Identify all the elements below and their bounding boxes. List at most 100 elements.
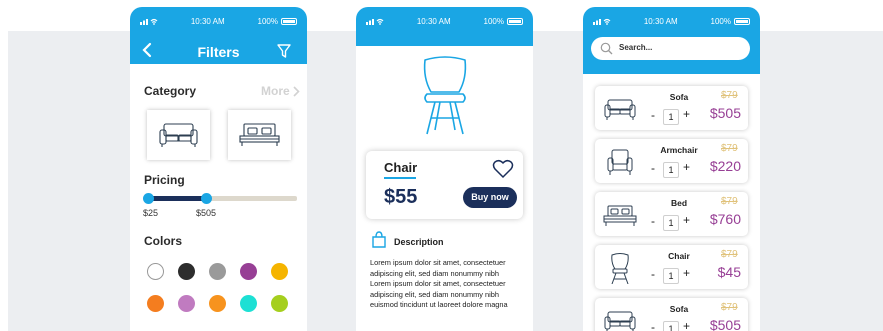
product-header: 10:30 AM 100% [356,7,533,46]
price-slider-range [148,196,207,201]
pricing-label: Pricing [144,173,185,187]
qty-minus-button[interactable]: - [651,161,655,175]
qty-plus-button[interactable]: + [683,213,690,227]
description-line: Lorem ipsum dolor sit amet, consectetuer [370,258,506,267]
color-swatch[interactable] [240,263,257,280]
chair-product-image [423,56,467,135]
armchair-icon [607,149,633,175]
color-swatch[interactable] [209,263,226,280]
item-price: $45 [717,264,741,280]
qty-minus-button[interactable]: - [651,320,655,331]
filters-screen: 10:30 AM 100% Filters Category More Pric… [130,7,307,331]
color-swatch[interactable] [178,263,195,280]
status-time: 10:30 AM [190,16,225,26]
bed-icon [603,205,637,226]
status-bar: 10:30 AM 100% [356,7,533,35]
category-label: Category [144,84,197,98]
item-old-price: $79 [721,249,738,260]
qty-value[interactable]: 1 [663,162,679,178]
buy-now-button[interactable]: Buy now [463,187,517,208]
item-price: $505 [709,105,741,121]
filter-icon[interactable] [277,43,291,59]
qty-minus-button[interactable]: - [651,267,655,281]
status-bar: 10:30 AM 100% [130,7,307,35]
description-line: adipiscing elit, sed diam nonummy nibh [370,268,499,278]
qty-plus-button[interactable]: + [683,266,690,280]
search-input[interactable]: Search... [591,37,750,60]
qty-plus-button[interactable]: + [683,107,690,121]
colors-label: Colors [144,234,183,248]
chair-icon [611,253,629,284]
item-name: Chair [668,251,690,261]
qty-minus-button[interactable]: - [651,108,655,122]
product-screen: 10:30 AM 100% Chair $55 Buy now Descript… [356,7,533,331]
item-old-price: $79 [721,143,738,154]
item-name: Armchair [660,145,698,155]
search-placeholder: Search... [619,43,653,52]
cart-item[interactable]: Chair -1 + $79 $45 [595,245,748,289]
color-swatch[interactable] [209,295,226,312]
signal-icon [366,18,384,25]
cart-header: 10:30 AM 100% Search... [583,7,760,74]
battery-icon [507,17,523,25]
item-name: Sofa [669,304,689,314]
price-max-value: $505 [196,208,217,218]
cart-screen: 10:30 AM 100% Search... Sofa -1 + $79 $505 Ar… [583,7,760,331]
cart-item[interactable]: Sofa -1 + $79 $505 [595,86,748,130]
qty-value[interactable]: 1 [663,321,679,331]
battery-icon [281,17,297,25]
cart-item[interactable]: Sofa -1 + $79 $505 [595,298,748,331]
price-min-value: $25 [143,208,159,218]
color-swatch[interactable] [240,295,257,312]
sofa-icon [159,123,198,147]
sofa-icon [604,311,636,331]
item-price: $220 [709,158,741,174]
description-text: Lorem ipsum dolor sit amet, consectetuer… [370,258,530,311]
battery-percent: 100% [257,16,278,26]
cart-item[interactable]: Bed -1 + $79 $760 [595,192,748,236]
item-name: Sofa [669,92,689,102]
price-min-handle[interactable] [143,193,154,204]
signal-icon [593,18,611,25]
item-name: Bed [670,198,688,208]
cart-item[interactable]: Armchair -1 + $79 $220 [595,139,748,183]
color-swatch[interactable] [178,295,195,312]
sofa-icon [604,99,636,120]
qty-plus-button[interactable]: + [683,160,690,174]
description-line: Lorem ipsum dolor sit amet, consectetuer [370,279,506,288]
signal-icon [140,18,158,25]
heart-icon[interactable] [492,159,514,179]
item-old-price: $79 [721,90,738,101]
description-line: euismod tincidunt ut laoreet dolore magn… [370,300,508,309]
qty-value[interactable]: 1 [663,109,679,125]
chevron-right-icon[interactable] [292,86,300,97]
signal-wifi [140,17,158,25]
color-swatch[interactable] [147,263,164,280]
item-old-price: $79 [721,196,738,207]
name-underline [384,177,416,179]
qty-minus-button[interactable]: - [651,214,655,228]
more-link[interactable]: More [261,84,290,98]
qty-plus-button[interactable]: + [683,319,690,331]
status-bar: 10:30 AM 100% [583,7,760,35]
color-swatch[interactable] [271,295,288,312]
category-bed-tile[interactable] [228,110,291,160]
qty-value[interactable]: 1 [663,268,679,284]
price-max-handle[interactable] [201,193,212,204]
battery-percent: 100% [483,16,504,26]
item-old-price: $79 [721,302,738,313]
battery-icon [734,17,750,25]
description-line: adipiscing elit, sed diam nonummy nibh [370,289,499,299]
item-price: $505 [709,317,741,331]
color-swatch[interactable] [147,295,164,312]
shopping-bag-icon [372,231,386,248]
item-price: $760 [709,211,741,227]
search-icon [600,42,613,55]
category-sofa-tile[interactable] [147,110,210,160]
color-swatch[interactable] [271,263,288,280]
qty-value[interactable]: 1 [663,215,679,231]
status-time: 10:30 AM [416,16,451,26]
battery-percent: 100% [710,16,731,26]
bed-icon [239,123,280,146]
product-price: $55 [384,186,418,208]
